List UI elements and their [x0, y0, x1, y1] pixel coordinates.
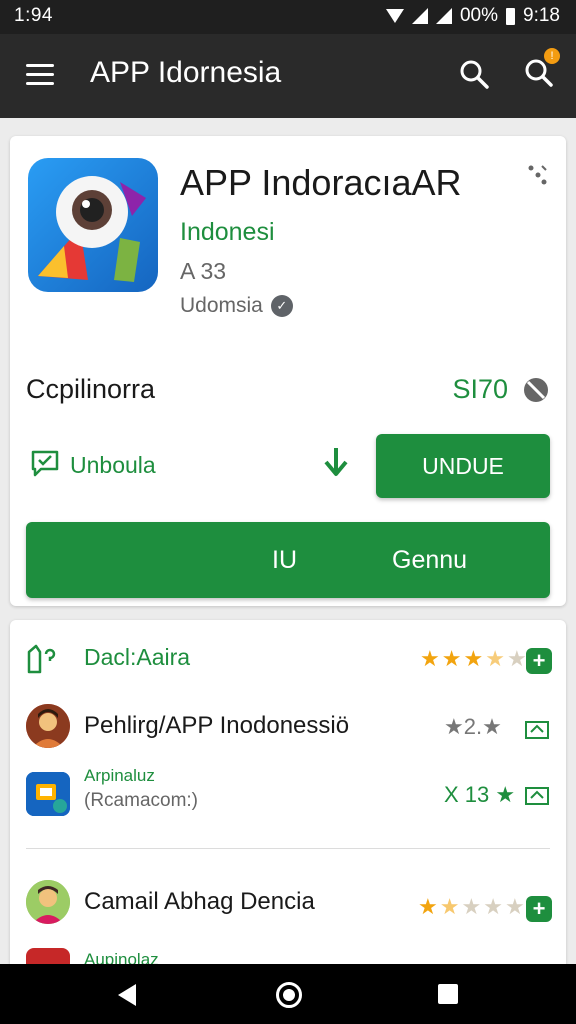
status-time: 1:94: [14, 5, 53, 26]
review-link[interactable]: Unboula: [70, 452, 156, 479]
notification-badge: !: [544, 48, 560, 64]
download-icon[interactable]: [322, 446, 350, 480]
rating-summary: A 33: [180, 258, 227, 284]
status-bar: 1:94 00% 9:18: [0, 0, 576, 34]
list-header-title: Dacl:Aaira: [84, 644, 191, 670]
primary-action-right-label: Gennu: [392, 546, 468, 574]
back-icon[interactable]: [118, 984, 136, 1006]
signal-icon-2: [435, 8, 452, 24]
region-label: Udomsia: [180, 294, 263, 317]
share-icon[interactable]: [524, 714, 550, 740]
list-item-subtitle: Arpinaluz: [84, 766, 155, 785]
list-item-meta: ★2.★: [444, 714, 502, 739]
app-thumbnail: [26, 772, 70, 816]
avatar: [26, 880, 70, 924]
menu-icon[interactable]: [26, 64, 54, 86]
divider: [26, 848, 550, 849]
app-bar-title: APP Idornesia: [90, 56, 282, 89]
more-options-icon[interactable]: [526, 162, 548, 188]
tag-icon[interactable]: [522, 376, 550, 404]
folder-icon: [27, 644, 56, 674]
share-icon[interactable]: [524, 780, 550, 806]
review-icon: [31, 450, 59, 477]
add-button[interactable]: +: [526, 648, 552, 674]
status-icons: 00% 9:18: [385, 5, 560, 27]
install-button[interactable]: UNDUE: [376, 434, 550, 498]
price-label: SI70: [452, 374, 508, 404]
app-icon: [28, 158, 158, 292]
developer-link[interactable]: Indonesi: [180, 218, 275, 247]
list-item-title[interactable]: Camail Abhag Dencia: [84, 888, 315, 916]
add-button[interactable]: +: [526, 896, 552, 922]
list-item-stars: ★ ★ ★ ★ ★: [418, 894, 525, 919]
notification-search-icon[interactable]: !: [522, 48, 560, 90]
list-item-meta: X 13 ★: [444, 782, 516, 807]
search-icon[interactable]: [458, 58, 490, 90]
region-badge-icon: ✓: [270, 295, 293, 317]
battery-percent: 00%: [459, 5, 499, 26]
app-detail-card: APP IndoracıaAR Indonesi A 33 Udomsia ✓ …: [10, 136, 566, 606]
recents-icon[interactable]: [438, 984, 458, 1004]
signal-icon: [411, 8, 428, 24]
status-clock: 9:18: [523, 5, 560, 26]
primary-action-button[interactable]: IU Gennu: [26, 522, 550, 598]
battery-icon: [506, 7, 516, 25]
home-icon[interactable]: [276, 982, 302, 1008]
primary-action-left-label: IU: [272, 546, 297, 574]
wifi-icon: [385, 9, 404, 23]
app-name: APP IndoracıaAR: [180, 162, 462, 203]
related-apps-card: Dacl:Aaira ★ ★ ★ ★ ★ + Pehlirg/APP Inodoness…: [10, 620, 566, 980]
list-header-stars: ★ ★ ★ ★ ★: [420, 646, 527, 671]
app-bar: APP Idornesia !: [0, 34, 576, 118]
list-item-title[interactable]: Pehlirg/APP Inodonessiö: [84, 712, 349, 740]
system-nav-bar: [0, 964, 576, 1024]
list-item-detail: (Rcamacom:): [84, 790, 199, 811]
avatar: [26, 704, 70, 748]
region-line: Udomsia ✓: [180, 294, 293, 318]
category-label: Ccpilinorra: [26, 374, 156, 404]
